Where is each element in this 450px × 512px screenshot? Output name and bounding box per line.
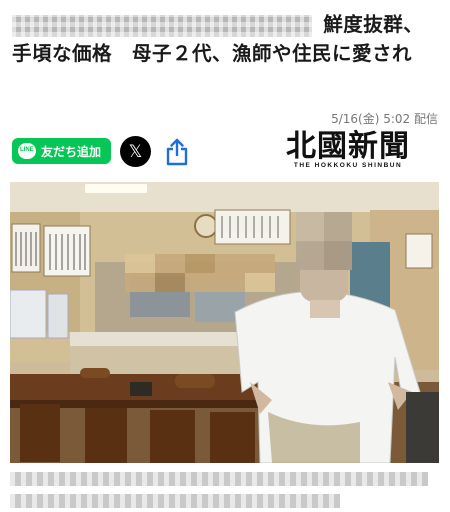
publisher-logo[interactable]: 北國新聞 THE HOKKOKU SHINBUN — [260, 132, 436, 172]
line-logo-icon: LINE — [18, 143, 36, 159]
line-add-friend-label: 友だち追加 — [41, 144, 102, 159]
line-add-friend-button[interactable]: LINE 友だち追加 — [12, 138, 111, 164]
publisher-name: 北國新聞 — [286, 129, 410, 164]
article-headline: 鮮度抜群、手頃な価格 母子２代、漁師や住民に愛され — [12, 10, 438, 68]
share-button[interactable] — [165, 138, 189, 166]
photo-caption — [10, 472, 439, 512]
blurred-caption-line — [10, 494, 340, 508]
blurred-headline-segment — [12, 14, 312, 37]
x-share-button[interactable]: 𝕏 — [120, 136, 151, 167]
publish-date: 5/16(金) 5:02 配信 — [331, 112, 438, 126]
x-logo-icon: 𝕏 — [128, 141, 143, 162]
share-icon — [166, 138, 188, 166]
article-photo[interactable] — [10, 182, 439, 463]
share-toolbar: LINE 友だち追加 𝕏 北國新聞 THE HOKKOKU SHINBUN — [12, 132, 438, 169]
blurred-caption-line — [10, 472, 428, 486]
